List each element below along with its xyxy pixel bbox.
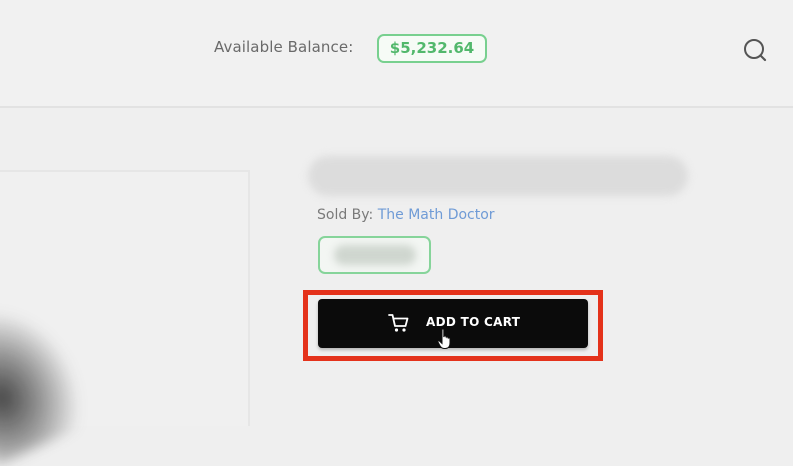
- price-badge: [318, 236, 431, 274]
- search-icon[interactable]: [742, 37, 768, 63]
- add-to-cart-button[interactable]: ADD TO CART: [318, 299, 588, 348]
- mouse-pointer-icon: [437, 328, 453, 350]
- balance-amount-badge: $5,232.64: [377, 34, 487, 63]
- balance-label: Available Balance:: [214, 38, 354, 56]
- product-title-redacted: [308, 156, 688, 196]
- seller-link[interactable]: The Math Doctor: [378, 207, 495, 223]
- top-bar: Available Balance: $5,232.64: [0, 0, 793, 108]
- sold-by-line: Sold By: The Math Doctor: [317, 207, 495, 223]
- add-to-cart-label: ADD TO CART: [426, 315, 521, 329]
- sold-by-label: Sold By:: [317, 207, 374, 223]
- price-redacted: [334, 245, 416, 265]
- cart-icon: [388, 313, 410, 333]
